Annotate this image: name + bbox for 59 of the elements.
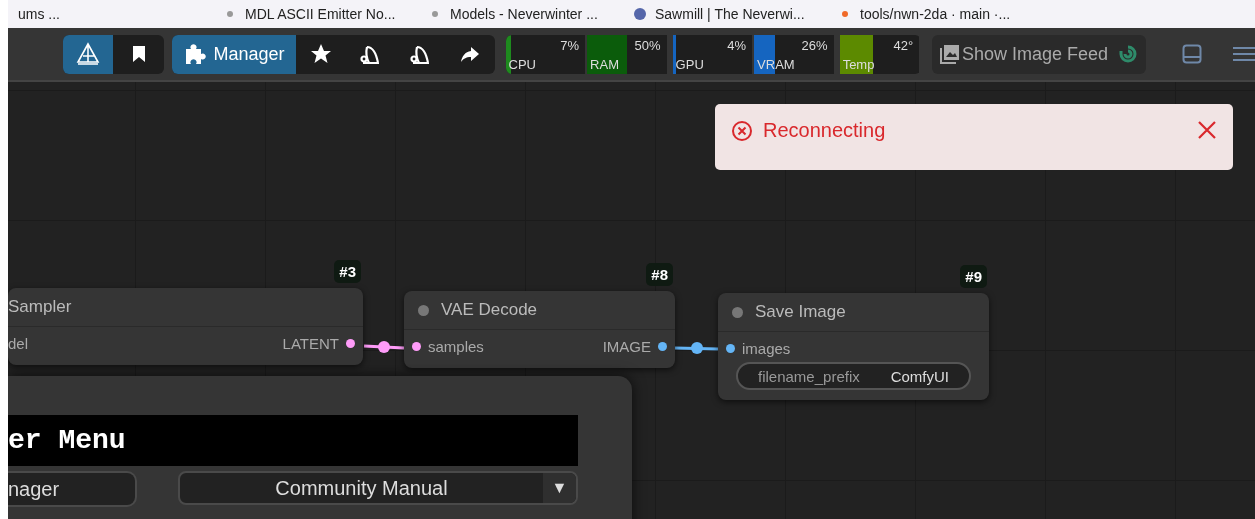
manager-button[interactable]: Manager [172,34,296,74]
node-id-badge: #8 [646,263,673,286]
node-title: Sampler [8,297,72,317]
graph-node[interactable]: Sampler del LATENT [8,288,363,365]
graph-node[interactable]: VAE Decode samples IMAGE [404,291,675,368]
logo-icon [74,42,101,66]
status-dot [418,304,429,316]
browser-tab-title[interactable]: Models - Neverwinter ... [450,6,598,22]
meter-label: GPU [675,56,704,72]
link-wire [674,342,719,354]
tab-favicon-icon [633,7,647,21]
fan-icon [359,43,382,65]
toast-message: Reconnecting [763,119,887,142]
meter-label: Temp [842,56,875,72]
meter-reading: 7% [560,37,580,53]
browser-tab-title[interactable]: MDL ASCII Emitter No... [245,6,396,22]
menu-icon [1233,46,1255,62]
input-socket[interactable] [412,341,421,351]
menu-button[interactable]: nager [8,471,137,507]
puzzle-icon [183,43,206,65]
image-icon [940,44,961,64]
status-dot [732,306,743,318]
meter-reading: 50% [634,37,661,53]
panel-toggle-button[interactable] [1182,44,1202,64]
star-icon [309,43,332,65]
output-socket[interactable] [346,338,355,348]
input-label: del [8,334,29,352]
meter-reading: 26% [801,37,828,53]
bookmark-icon [131,45,146,63]
browser-tab-title[interactable]: ums ... [18,6,60,22]
output-socket[interactable] [658,341,667,351]
node-id-badge: #9 [960,265,987,288]
menu-button[interactable] [1233,46,1255,62]
link-dropdown[interactable]: Community Manual ▼ [178,471,578,505]
fan-icon [409,43,431,65]
output-label: IMAGE [602,337,651,355]
text-widget[interactable]: filename_prefix ComfyUI [736,362,971,390]
logo-button[interactable] [63,34,113,74]
input-socket[interactable] [726,343,735,353]
spiral-icon [1118,44,1139,64]
browser-tab-title[interactable]: tools/nwn-2da · main ·... [860,6,1011,22]
input-label: images [742,339,791,357]
graph-node[interactable]: Save Image images filename_prefix ComfyUI [718,293,989,400]
meter-reading: 42° [893,37,914,53]
node-id-badge: #3 [334,260,361,283]
panel-icon [1182,44,1202,64]
meter-reading: 4% [727,37,747,53]
meter-label: RAM [590,56,619,72]
link-wire [363,341,405,353]
node-title: VAE Decode [441,300,538,320]
image-feed-button[interactable]: Show Image Feed [932,34,1146,74]
menu-title: er Menu [8,415,578,466]
node-title: Save Image [755,302,846,322]
browser-tab-title[interactable]: Sawmill | The Neverwi... [655,6,805,22]
input-label: samples [428,337,484,355]
error-icon [731,120,753,142]
close-button[interactable] [1198,119,1216,139]
output-label: LATENT [282,334,339,352]
close-icon [1198,121,1216,139]
